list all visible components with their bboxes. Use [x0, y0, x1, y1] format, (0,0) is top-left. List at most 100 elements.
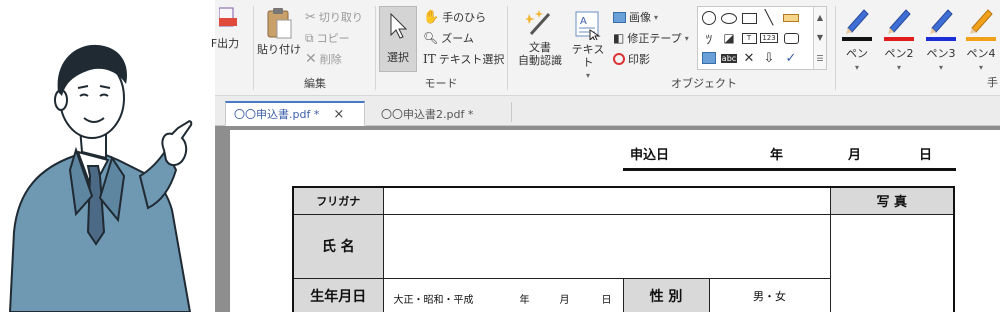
pen-2-color-bar — [884, 37, 914, 41]
pdf-output-button[interactable]: F出力 — [211, 4, 243, 50]
pdf-page[interactable]: 申込日 年 月 日 フリガナ 写 真 氏 名 生年月日 大正・昭和・平成 年 月… — [230, 130, 1000, 312]
cut-button[interactable]: ✂ 切り取り — [305, 8, 363, 26]
date-month-label: 月 — [848, 148, 862, 163]
tape-dropdown-caret: ▾ — [684, 33, 689, 43]
cross-shape-button[interactable]: ✕ — [740, 49, 758, 67]
image-label: 画像 — [629, 11, 651, 24]
copy-button[interactable]: ⧉ コピー — [305, 29, 350, 47]
tape-label: 修正テープ — [627, 32, 682, 45]
pen-1-label: ペン — [846, 47, 868, 60]
text-cursor-icon: IT — [423, 52, 436, 66]
rounded-rect-shape-button[interactable] — [782, 29, 800, 47]
gallery-more-icon[interactable]: ☰ — [816, 54, 823, 63]
pen-4-button[interactable]: ペン4 ▾ — [961, 4, 1000, 72]
pen-2-label: ペン2 — [884, 47, 914, 60]
pen-4-label: ペン4 — [966, 47, 996, 60]
photo-label: 写 真 — [876, 195, 908, 211]
birthdate-input-cell[interactable]: 大正・昭和・平成 年 月 日 — [382, 277, 624, 312]
close-icon[interactable]: × — [333, 107, 344, 122]
pen-1-color-bar — [842, 37, 872, 41]
note-shape-button[interactable]: ◪ — [720, 29, 738, 47]
tab-document-2[interactable]: 〇〇申込書2.pdf * — [373, 101, 513, 126]
businessman-illustration — [8, 44, 193, 312]
select-button[interactable]: 選択 — [379, 6, 417, 72]
textbox-shape-button[interactable] — [740, 9, 758, 27]
correction-tape-button[interactable]: ◧ 修正テープ ▾ — [613, 29, 689, 47]
text-tool-button[interactable]: A テキスト ▾ — [567, 10, 609, 82]
squiggle-icon: ﾂ — [705, 32, 713, 48]
pdf-file-icon — [219, 7, 237, 27]
gallery-down-icon[interactable]: ▼ — [817, 33, 823, 42]
pen-1-button[interactable]: ペン ▾ — [837, 4, 877, 72]
birth-day-label: 日 — [601, 294, 612, 306]
number-shape-button[interactable]: 123 — [760, 29, 778, 47]
date-underline — [623, 168, 956, 171]
tab-document-1[interactable]: 〇〇申込書.pdf * × — [225, 101, 365, 126]
stamp-button[interactable]: 印影 — [613, 50, 650, 68]
note-icon: ◪ — [723, 31, 735, 45]
image-button[interactable]: 画像 ▾ — [613, 8, 658, 26]
image-shape-icon — [702, 52, 716, 64]
mode-group-label: モード — [424, 77, 458, 90]
furigana-input-cell[interactable] — [382, 186, 831, 215]
arrow-cursor-icon — [390, 13, 408, 39]
output-label: F出力 — [210, 37, 240, 50]
photo-header-cell: 写 真 — [829, 186, 955, 215]
application-date-label: 申込日 — [630, 148, 670, 163]
stamp-icon — [613, 53, 625, 65]
pen-3-caret: ▾ — [938, 63, 943, 72]
gender-input-cell[interactable]: 男・女 — [708, 277, 831, 312]
delete-label: 削除 — [319, 53, 342, 66]
edit-group-label: 編集 — [304, 77, 326, 90]
ruler-shape-button[interactable] — [782, 9, 800, 27]
zoom-button[interactable]: 🔍︎ ズーム — [423, 29, 474, 47]
document-view[interactable]: 申込日 年 月 日 フリガナ 写 真 氏 名 生年月日 大正・昭和・平成 年 月… — [215, 126, 1000, 312]
date-day-label: 日 — [919, 148, 933, 163]
pen-group-label: 手 — [987, 76, 998, 89]
object-group-label: オブジェクト — [671, 77, 737, 90]
delete-button[interactable]: ✕ 削除 — [305, 50, 342, 68]
gender-header-cell: 性 別 — [622, 277, 710, 312]
text-box-icon: A — [575, 11, 601, 42]
stamp-label: 印影 — [628, 53, 650, 66]
paste-label: 貼り付け — [257, 43, 301, 56]
zoom-label: ズーム — [441, 32, 474, 45]
ocr-label-1: 文書 — [529, 41, 551, 54]
select-label: 選択 — [387, 51, 409, 64]
mode-group: 選択 ✋ 手のひら 🔍︎ ズーム IT テキスト選択 モード — [377, 0, 505, 96]
scissors-icon: ✂ — [305, 9, 316, 25]
ocr-button[interactable]: 文書 自動認識 — [515, 8, 565, 67]
tab-2-label: 〇〇申込書2.pdf * — [381, 107, 474, 121]
tape-icon: ◧ — [613, 31, 625, 45]
text-label: テキスト — [571, 43, 605, 69]
check-shape-button[interactable]: ✓ — [782, 49, 800, 67]
freehand-shape-button[interactable]: ﾂ — [700, 29, 718, 48]
down-arrow-shape-button[interactable]: ⇩ — [760, 49, 778, 67]
field-shape-button[interactable]: T — [740, 29, 758, 47]
paste-button[interactable]: 貼り付け — [257, 6, 301, 56]
hand-icon: ✋ — [423, 9, 440, 25]
text-select-button[interactable]: IT テキスト選択 — [423, 50, 504, 68]
furigana-header-cell: フリガナ — [292, 186, 384, 215]
line-shape-button[interactable]: ╲ — [760, 9, 778, 27]
photo-area-cell[interactable] — [829, 213, 955, 312]
hand-tool-button[interactable]: ✋ 手のひら — [423, 8, 486, 26]
pen-3-button[interactable]: ペン3 ▾ — [921, 4, 961, 72]
copy-icon: ⧉ — [305, 30, 314, 45]
text-select-label: テキスト選択 — [438, 53, 505, 66]
date-year-label: 年 — [770, 148, 784, 163]
gallery-up-icon[interactable]: ▲ — [817, 13, 823, 22]
ellipse-shape-button[interactable] — [720, 9, 738, 27]
textbox-icon — [741, 12, 757, 24]
pen-3-label: ペン3 — [926, 47, 956, 60]
pen-2-button[interactable]: ペン2 ▾ — [879, 4, 919, 72]
gender-label: 性 別 — [649, 288, 683, 305]
gallery-scroll[interactable]: ▲ ▼ ☰ — [813, 7, 826, 69]
image-shape-button[interactable] — [700, 49, 718, 67]
delete-x-icon: ✕ — [305, 51, 317, 67]
svg-text:A: A — [580, 16, 587, 27]
circle-shape-button[interactable] — [700, 9, 718, 27]
abc-shape-button[interactable]: abc — [720, 49, 738, 67]
line-icon: ╲ — [764, 10, 774, 26]
name-input-cell[interactable] — [382, 213, 831, 279]
